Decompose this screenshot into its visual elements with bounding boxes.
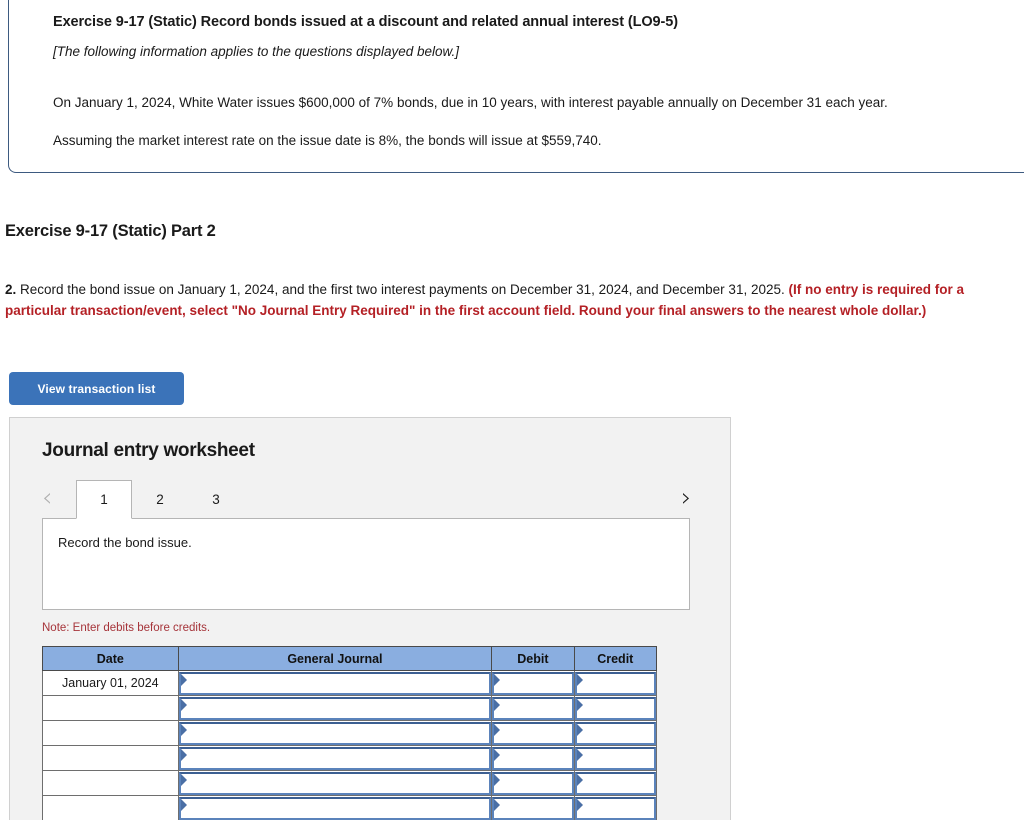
debit-cell[interactable] [491, 720, 575, 746]
table-row: January 01, 2024 [42, 670, 658, 696]
journal-entry-table: Date General Journal Debit Credit Januar… [42, 646, 658, 820]
account-select-field[interactable] [178, 796, 492, 820]
table-row [42, 795, 658, 820]
debit-input-field[interactable] [492, 746, 574, 770]
debit-input-field[interactable] [492, 721, 574, 745]
worksheet-tab-strip: 1 2 3 [76, 480, 244, 519]
debit-cell[interactable] [491, 770, 575, 796]
exercise-applies-note: [The following information applies to th… [53, 44, 459, 59]
date-cell[interactable] [42, 795, 179, 820]
credit-input-field[interactable] [574, 721, 656, 745]
debit-input-field[interactable] [492, 771, 574, 795]
date-cell[interactable]: January 01, 2024 [42, 670, 179, 696]
debit-input-field[interactable] [492, 796, 574, 820]
credit-cell[interactable] [573, 745, 658, 771]
table-row [42, 745, 658, 771]
account-select-field[interactable] [178, 696, 492, 720]
credit-input-field[interactable] [574, 796, 656, 820]
view-transaction-list-button[interactable]: View transaction list [9, 372, 184, 405]
debit-cell[interactable] [491, 795, 575, 820]
chevron-right-icon[interactable]: › [681, 483, 691, 513]
tab-entry-1[interactable]: 1 [76, 480, 132, 519]
question-text: 2. Record the bond issue on January 1, 2… [5, 280, 1017, 321]
debit-cell[interactable] [491, 745, 575, 771]
account-select-field[interactable] [178, 746, 492, 770]
credit-cell[interactable] [573, 670, 658, 696]
account-select-field[interactable] [178, 771, 492, 795]
table-row [42, 770, 658, 796]
credit-input-field[interactable] [574, 696, 656, 720]
debit-cell[interactable] [491, 670, 575, 696]
general-journal-cell[interactable] [177, 695, 493, 721]
date-cell[interactable] [42, 720, 179, 746]
chevron-left-icon[interactable]: ‹ [42, 483, 52, 513]
date-cell[interactable] [42, 745, 179, 771]
part-heading: Exercise 9-17 (Static) Part 2 [5, 222, 216, 240]
debit-input-field[interactable] [492, 696, 574, 720]
exercise-paragraph-1: On January 1, 2024, White Water issues $… [53, 95, 888, 110]
entry-description-box: Record the bond issue. [42, 518, 690, 610]
column-header-date: Date [42, 646, 179, 671]
credit-cell[interactable] [573, 770, 658, 796]
journal-entry-worksheet-panel: Journal entry worksheet ‹ 1 2 3 › Record… [9, 417, 731, 820]
credit-cell[interactable] [573, 695, 658, 721]
table-header-row: Date General Journal Debit Credit [42, 646, 658, 671]
column-header-credit: Credit [573, 646, 658, 671]
tab-entry-3[interactable]: 3 [188, 480, 244, 518]
worksheet-title: Journal entry worksheet [42, 440, 255, 461]
general-journal-cell[interactable] [177, 770, 493, 796]
debits-before-credits-note: Note: Enter debits before credits. [42, 622, 211, 634]
column-header-debit: Debit [491, 646, 575, 671]
credit-input-field[interactable] [574, 746, 656, 770]
credit-input-field[interactable] [574, 671, 656, 695]
tab-entry-2[interactable]: 2 [132, 480, 188, 518]
account-select-field[interactable] [178, 671, 492, 695]
credit-cell[interactable] [573, 720, 658, 746]
date-cell[interactable] [42, 695, 179, 721]
exercise-info-card: Exercise 9-17 (Static) Record bonds issu… [8, 0, 1024, 174]
table-row [42, 720, 658, 746]
account-select-field[interactable] [178, 721, 492, 745]
general-journal-cell[interactable] [177, 670, 493, 696]
date-cell[interactable] [42, 770, 179, 796]
general-journal-cell[interactable] [177, 795, 493, 820]
table-row [42, 695, 658, 721]
question-number: 2. [5, 282, 17, 297]
credit-input-field[interactable] [574, 771, 656, 795]
exercise-paragraph-2: Assuming the market interest rate on the… [53, 132, 602, 148]
debit-cell[interactable] [491, 695, 575, 721]
debit-input-field[interactable] [492, 671, 574, 695]
column-header-general-journal: General Journal [177, 646, 493, 671]
general-journal-cell[interactable] [177, 745, 493, 771]
exercise-title: Exercise 9-17 (Static) Record bonds issu… [53, 14, 678, 30]
worksheet-tab-bar: ‹ 1 2 3 › [10, 480, 730, 519]
general-journal-cell[interactable] [177, 720, 493, 746]
credit-cell[interactable] [573, 795, 658, 820]
entry-description-text: Record the bond issue. [58, 535, 192, 550]
question-body: Record the bond issue on January 1, 2024… [16, 282, 789, 297]
